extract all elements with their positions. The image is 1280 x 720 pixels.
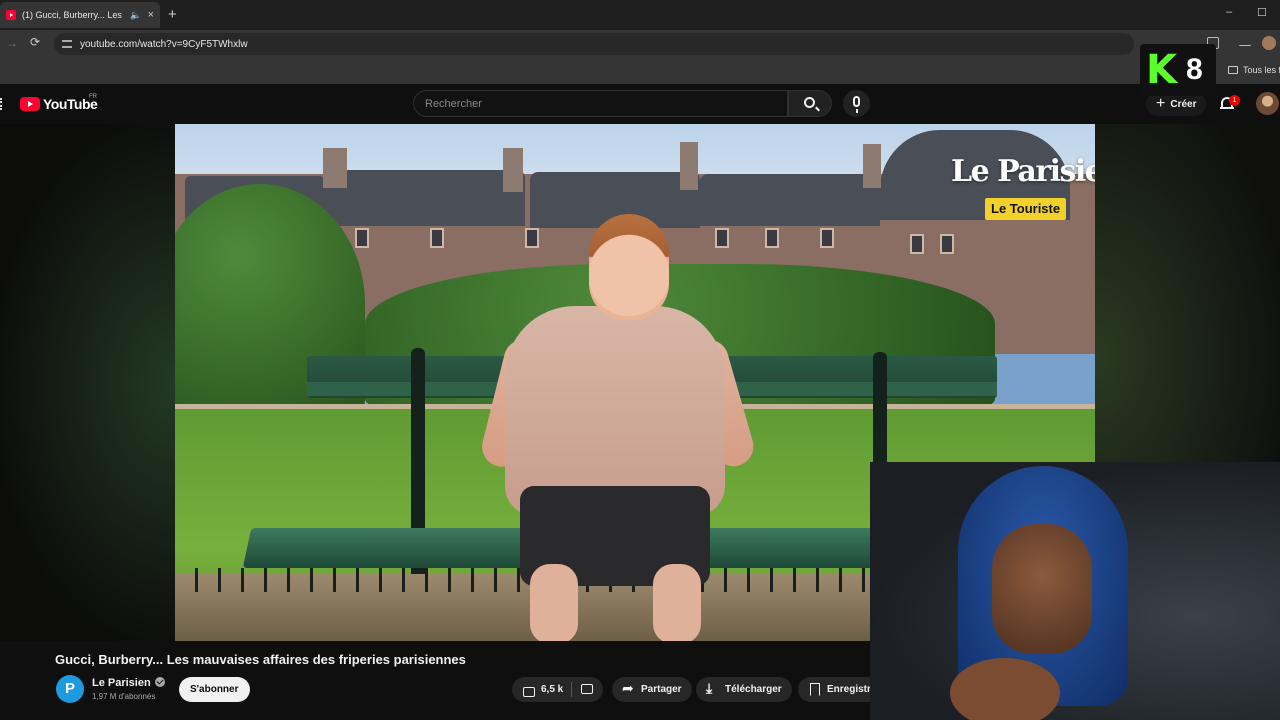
video-person xyxy=(505,306,725,516)
minimize-button[interactable]: – xyxy=(1226,6,1232,18)
bookmarks-folder[interactable]: Tous les fa xyxy=(1228,65,1280,75)
webcam-person-hand xyxy=(950,658,1060,720)
channel-name[interactable]: Le Parisien xyxy=(92,677,165,689)
new-tab-button[interactable]: + xyxy=(168,6,177,23)
le-parisien-logo: Le Parisien xyxy=(951,154,1095,189)
channel-avatar[interactable]: P xyxy=(56,675,84,703)
thumbs-down-icon xyxy=(580,683,594,696)
verified-check-icon xyxy=(154,677,165,687)
browser-tab[interactable]: (1) Gucci, Burberry... Les ma 🔈 × xyxy=(0,2,160,28)
search-icon xyxy=(804,97,815,108)
reload-icon[interactable]: ⟳ xyxy=(30,35,40,49)
youtube-masthead: YouTube FR Rechercher + Créer xyxy=(0,84,1280,124)
url-text: youtube.com/watch?v=9CyF5TWhxlw xyxy=(80,38,248,50)
thumbs-up-icon xyxy=(522,683,535,697)
youtube-play-icon xyxy=(20,97,40,111)
k8-logo-number: 8 xyxy=(1186,53,1203,86)
search-placeholder: Rechercher xyxy=(425,97,482,110)
k8-logo-letter: K xyxy=(1146,47,1177,93)
address-bar[interactable]: youtube.com/watch?v=9CyF5TWhxlw xyxy=(54,33,1134,55)
browser-toolbar: → ⟳ youtube.com/watch?v=9CyF5TWhxlw xyxy=(0,30,1280,58)
search-button[interactable] xyxy=(788,90,832,117)
subscribe-button[interactable]: S'abonner xyxy=(179,677,250,702)
like-count: 6,5 k xyxy=(541,684,564,695)
microphone-icon xyxy=(853,96,860,113)
share-icon xyxy=(622,680,635,697)
k8-overlay-logo: K 8 xyxy=(1140,44,1216,96)
ambient-glow-left xyxy=(0,124,175,641)
bookmarks-bar: Tous les fa xyxy=(0,58,1280,84)
forward-arrow-icon[interactable]: → xyxy=(6,36,18,50)
download-button[interactable]: Télécharger xyxy=(696,677,792,702)
download-icon xyxy=(706,680,719,697)
notification-badge: 1 xyxy=(1229,95,1240,106)
tab-title: (1) Gucci, Burberry... Les ma xyxy=(22,10,124,20)
browser-tab-strip: (1) Gucci, Burberry... Les ma 🔈 × + – ☐ xyxy=(0,0,1280,30)
youtube-logo[interactable]: YouTube xyxy=(20,96,98,112)
country-code: FR xyxy=(89,94,97,100)
search-input[interactable]: Rechercher xyxy=(413,90,788,117)
webcam-person-face xyxy=(992,524,1092,654)
share-label: Partager xyxy=(641,684,682,695)
video-title: Gucci, Burberry... Les mauvaises affaire… xyxy=(55,652,466,667)
tab-close-icon[interactable]: × xyxy=(148,9,154,21)
like-dislike-group: 6,5 k xyxy=(512,677,604,702)
share-button[interactable]: Partager xyxy=(612,677,692,702)
channel-name-text: Le Parisien xyxy=(92,677,151,689)
maximize-button[interactable]: ☐ xyxy=(1257,6,1267,19)
site-info-icon[interactable] xyxy=(62,40,72,48)
subscriber-count: 1,97 M d'abonnés xyxy=(92,692,156,701)
speaker-icon[interactable]: 🔈 xyxy=(130,10,141,21)
like-button[interactable]: 6,5 k xyxy=(522,683,564,697)
voice-search-button[interactable] xyxy=(843,90,870,117)
folder-icon xyxy=(1228,66,1238,74)
menu-icon[interactable] xyxy=(0,98,3,110)
bookmarks-folder-label: Tous les fa xyxy=(1243,65,1280,75)
plus-icon: + xyxy=(1156,95,1166,112)
dislike-button[interactable] xyxy=(580,683,603,696)
browser-profile-avatar[interactable] xyxy=(1262,36,1276,50)
series-badge: Le Touriste xyxy=(985,198,1067,220)
webcam-overlay xyxy=(870,462,1280,720)
bookmark-icon xyxy=(808,683,821,696)
media-controls-icon[interactable] xyxy=(1239,37,1251,46)
download-label: Télécharger xyxy=(725,684,782,695)
youtube-favicon-icon xyxy=(6,10,16,20)
create-label: Créer xyxy=(1170,98,1197,110)
like-divider xyxy=(571,682,573,697)
account-avatar[interactable] xyxy=(1256,92,1279,115)
